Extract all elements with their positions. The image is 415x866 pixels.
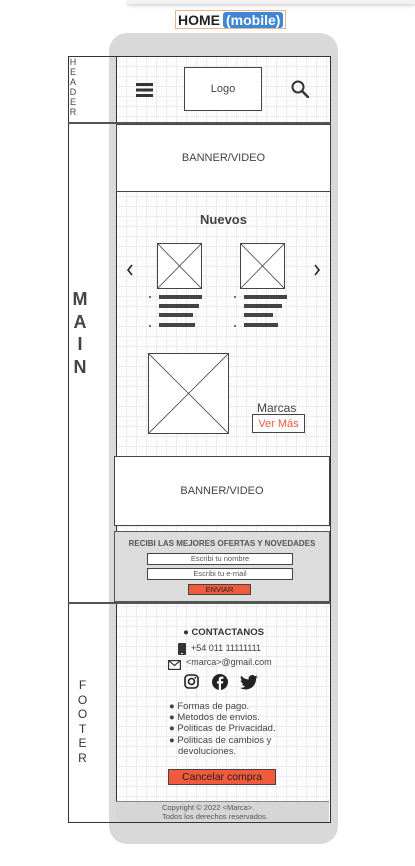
main-side-label: M A I N	[72, 289, 88, 377]
search-icon[interactable]	[291, 80, 310, 99]
text-placeholder-bar	[159, 304, 199, 308]
text-placeholder-bar	[244, 313, 273, 317]
bullet-dot	[149, 296, 151, 298]
page-title-highlight: (mobile)	[223, 11, 284, 28]
chevron-left-icon[interactable]	[126, 263, 134, 279]
text-placeholder-bar	[244, 323, 278, 327]
banner-bottom[interactable]: BANNER/VIDEO	[114, 456, 330, 526]
main-footer-divider	[68, 602, 331, 604]
product-image-placeholder[interactable]	[157, 243, 202, 289]
footer-link-privacy[interactable]: ● Politicas de Privacidad.	[169, 723, 276, 734]
footer-link-returns-cont[interactable]: devoluciones.	[178, 746, 236, 757]
brand-image-placeholder[interactable]	[148, 353, 229, 434]
footer-link-shipping[interactable]: ● Metodos de envios.	[169, 712, 260, 723]
text-placeholder-bar	[159, 313, 193, 317]
new-products-title: Nuevos	[200, 212, 247, 227]
banner-top[interactable]: BANNER/VIDEO	[116, 124, 331, 192]
top-window-edge	[128, 0, 415, 4]
instagram-icon[interactable]	[184, 674, 199, 689]
twitter-icon[interactable]	[240, 675, 258, 690]
bullet-dot	[149, 325, 151, 327]
page-title: HOME (mobile)	[175, 10, 287, 29]
text-placeholder-bar	[244, 295, 287, 299]
bullet-dot	[234, 296, 236, 298]
contact-email[interactable]: <marca>@gmail.com	[186, 657, 272, 667]
contact-phone: +54 011 11111111	[191, 643, 261, 653]
footer-link-returns[interactable]: ● Politicas de cambios y	[169, 735, 271, 746]
brands-label: Marcas	[257, 401, 297, 415]
copyright-line-2: Todos los derechos reservados.	[162, 812, 268, 821]
cancel-purchase-button[interactable]: Cancelar compra	[168, 769, 276, 785]
envelope-icon	[168, 657, 182, 671]
brands-see-more-link[interactable]: Ver Más	[252, 414, 305, 433]
header-side-label: H E A D E R	[69, 57, 77, 117]
text-placeholder-bar	[159, 323, 195, 327]
chevron-right-icon[interactable]	[313, 263, 321, 279]
footer-side-label: F O O T E R	[77, 678, 89, 765]
product-image-placeholder[interactable]	[240, 243, 285, 289]
newsletter-name-input[interactable]: Escribi tu nombre	[147, 553, 293, 565]
hamburger-icon[interactable]	[136, 82, 153, 98]
footer-link-payment[interactable]: ● Formas de pago.	[169, 701, 249, 712]
bullet-dot	[234, 325, 236, 327]
facebook-icon[interactable]	[212, 674, 228, 690]
contact-title: ● CONTACTANOS	[183, 627, 264, 638]
newsletter-email-input[interactable]: Escribi tu e-mail	[147, 568, 293, 580]
text-placeholder-bar	[159, 295, 202, 299]
logo[interactable]: Logo	[184, 67, 262, 111]
newsletter-submit-button[interactable]: ENVIAR	[188, 584, 251, 595]
newsletter-title: RECIBI LAS MEJORES OFERTAS Y NOVEDADES	[128, 539, 316, 548]
mobile-phone-icon	[178, 642, 186, 655]
text-placeholder-bar	[244, 304, 282, 308]
page-title-main: HOME	[178, 11, 220, 28]
